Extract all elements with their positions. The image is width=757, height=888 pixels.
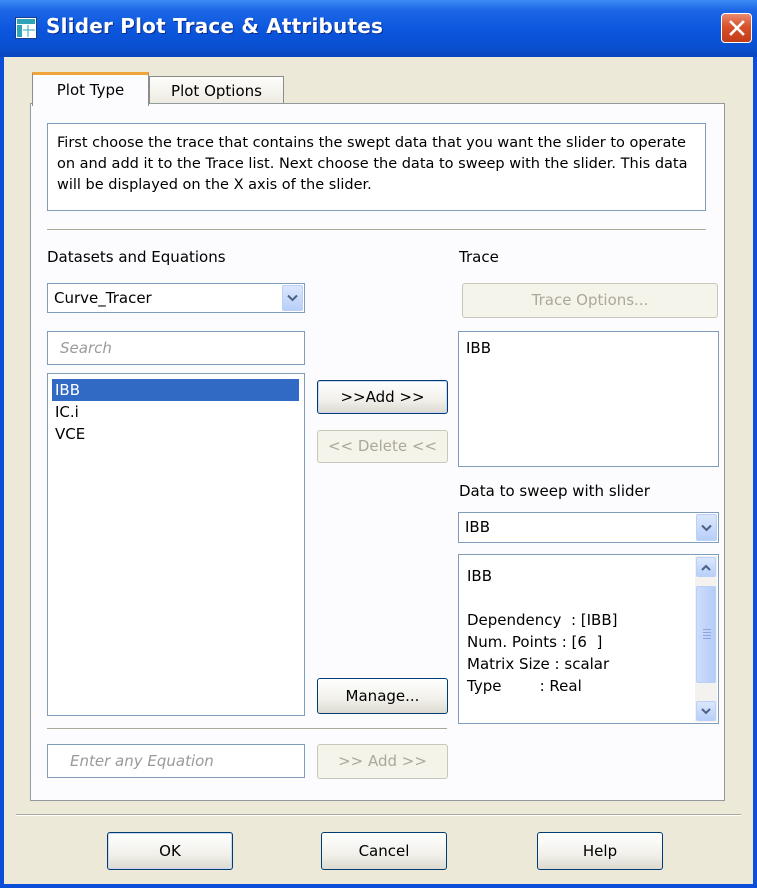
search-field[interactable] xyxy=(47,331,305,365)
ok-button[interactable]: OK xyxy=(107,832,233,870)
list-item[interactable]: VCE xyxy=(52,423,85,445)
trace-list[interactable]: IBB xyxy=(458,331,719,467)
tab-plot-options-label: Plot Options xyxy=(171,82,262,100)
vertical-scrollbar[interactable] xyxy=(695,556,717,722)
add-button[interactable]: >>Add >> xyxy=(317,380,448,414)
plot-type-panel: First choose the trace that contains the… xyxy=(30,103,725,801)
grid-table-icon xyxy=(15,17,37,39)
delete-button[interactable]: << Delete << xyxy=(317,430,448,463)
info-num-points: Num. Points : [6 ] xyxy=(467,633,603,651)
info-dependency: Dependency : [IBB] xyxy=(467,611,618,629)
tab-plot-type[interactable]: Plot Type xyxy=(32,72,149,106)
list-item[interactable]: IC.i xyxy=(52,401,79,423)
cancel-button[interactable]: Cancel xyxy=(321,832,447,870)
sweep-info-box[interactable]: IBB Dependency : [IBB] Num. Points : [6 … xyxy=(458,554,719,724)
equation-add-button[interactable]: >> Add >> xyxy=(317,744,448,779)
dataset-select[interactable]: Curve_Tracer xyxy=(47,283,305,313)
chevron-down-icon[interactable] xyxy=(696,514,717,541)
info-matrix-size: Matrix Size : scalar xyxy=(467,655,610,673)
trace-options-label: Trace Options... xyxy=(531,291,649,309)
tab-plot-options[interactable]: Plot Options xyxy=(149,76,284,105)
sweep-label: Data to sweep with slider xyxy=(459,482,650,500)
info-type: Type : Real xyxy=(467,677,582,695)
trace-options-button[interactable]: Trace Options... xyxy=(462,283,718,318)
sweep-select[interactable]: IBB xyxy=(458,512,719,543)
divider xyxy=(47,229,706,231)
tab-plot-type-label: Plot Type xyxy=(56,81,125,99)
trace-label: Trace xyxy=(459,248,499,266)
help-button-label: Help xyxy=(582,842,618,860)
list-item[interactable]: IBB xyxy=(52,379,299,401)
datasets-list[interactable]: IBB IC.i VCE xyxy=(47,373,305,716)
search-input[interactable] xyxy=(48,332,304,364)
close-icon xyxy=(728,20,745,36)
divider xyxy=(47,728,447,730)
equation-input[interactable] xyxy=(48,745,304,777)
equation-field[interactable] xyxy=(47,744,305,778)
scroll-thumb[interactable] xyxy=(696,586,716,683)
window-title: Slider Plot Trace & Attributes xyxy=(46,14,384,38)
cancel-button-label: Cancel xyxy=(358,842,410,860)
help-button[interactable]: Help xyxy=(537,832,663,870)
manage-button-label: Manage... xyxy=(345,687,420,705)
delete-button-label: << Delete << xyxy=(327,437,438,455)
scroll-up-button[interactable] xyxy=(696,557,716,577)
list-item[interactable]: IBB xyxy=(463,337,491,359)
datasets-label: Datasets and Equations xyxy=(47,248,226,266)
title-bar[interactable]: Slider Plot Trace & Attributes xyxy=(0,0,757,57)
instructions-text: First choose the trace that contains the… xyxy=(47,123,706,211)
equation-add-label: >> Add >> xyxy=(338,752,427,770)
dataset-select-value: Curve_Tracer xyxy=(54,289,152,307)
sweep-select-value: IBB xyxy=(465,518,491,536)
divider xyxy=(16,814,741,816)
chevron-down-icon[interactable] xyxy=(282,285,303,311)
add-button-label: >>Add >> xyxy=(340,388,425,406)
chevron-up-icon xyxy=(701,564,711,571)
info-name: IBB xyxy=(467,567,493,585)
scroll-down-button[interactable] xyxy=(696,701,716,721)
close-button[interactable] xyxy=(721,13,752,43)
ok-button-label: OK xyxy=(159,842,181,860)
dialog-body: Plot Type Plot Options First choose the … xyxy=(4,57,753,884)
manage-button[interactable]: Manage... xyxy=(317,678,448,714)
dialog-window: Slider Plot Trace & Attributes Plot Type… xyxy=(0,0,757,888)
chevron-down-icon xyxy=(701,707,711,714)
